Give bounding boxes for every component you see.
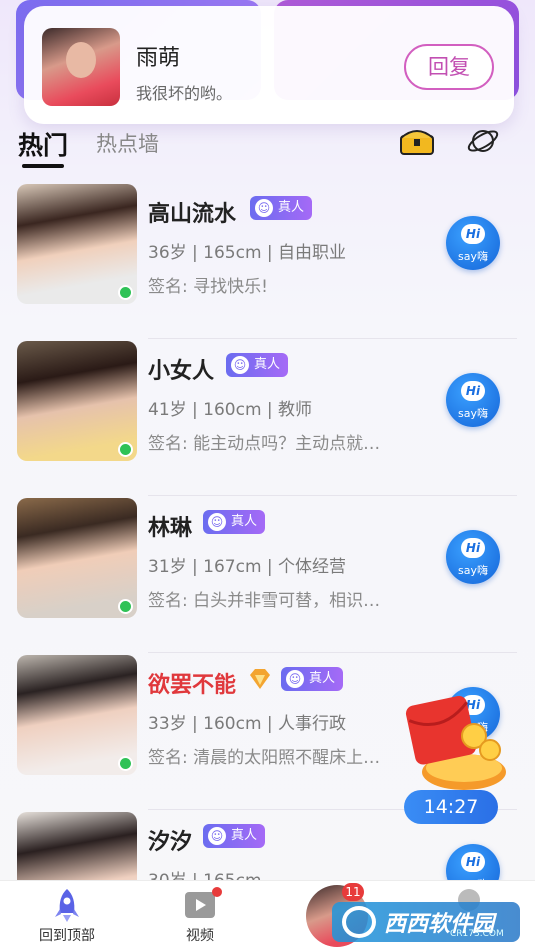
active-tab-indicator xyxy=(22,164,64,168)
list-item[interactable]: 高山流水 ☺ 真人 36岁 | 165cm | 自由职业 签名: 寻找快乐! Hi… xyxy=(0,182,535,339)
user-photo[interactable] xyxy=(17,498,137,618)
tab-hot[interactable]: 热门 xyxy=(18,126,68,162)
notification-avatar xyxy=(42,28,120,106)
verified-badge: ☺ 真人 xyxy=(226,353,289,377)
tab-bar: 热门 热点墙 xyxy=(18,124,518,172)
user-name: 汐汐 xyxy=(148,830,193,855)
notification-message: 我很坏的哟。 xyxy=(136,84,233,103)
watermark: 西西软件园 CR173.COM xyxy=(332,902,520,942)
user-photo[interactable] xyxy=(17,184,137,304)
verified-badge: ☺ 真人 xyxy=(281,667,344,691)
user-name: 欲罢不能 xyxy=(148,673,237,698)
watermark-logo-icon xyxy=(342,906,376,938)
online-indicator xyxy=(118,442,133,457)
user-info: 31岁 | 167cm | 个体经营 xyxy=(148,557,347,577)
video-notification-dot xyxy=(212,887,222,897)
smile-icon: ☺ xyxy=(255,199,273,217)
verified-badge: ☺ 真人 xyxy=(203,510,266,534)
smile-icon: ☺ xyxy=(208,827,226,845)
list-item[interactable]: 林琳 ☺ 真人 31岁 | 167cm | 个体经营 签名: 白头并非雪可替，相识… xyxy=(0,496,535,653)
tab-hot-wall[interactable]: 热点墙 xyxy=(96,128,159,158)
user-signature: 签名: 寻找快乐! xyxy=(148,277,268,297)
watermark-subtext: CR173.COM xyxy=(450,929,504,939)
message-notification[interactable]: 雨萌 我很坏的哟。 回复 xyxy=(24,6,514,124)
smile-icon: ☺ xyxy=(231,356,249,374)
user-name: 林琳 xyxy=(148,516,193,541)
user-info: 33岁 | 160cm | 人事行政 xyxy=(148,714,347,734)
nav-video[interactable]: 视频 xyxy=(160,881,240,951)
user-name: 高山流水 xyxy=(148,202,237,227)
reply-button[interactable]: 回复 xyxy=(404,44,494,90)
say-hi-button[interactable]: Hisay嗨 xyxy=(446,373,500,427)
user-signature: 签名: 清晨的太阳照不醒床上… xyxy=(148,748,381,768)
online-indicator xyxy=(118,285,133,300)
video-play-icon xyxy=(185,892,215,918)
list-item[interactable]: 小女人 ☺ 真人 41岁 | 160cm | 教师 签名: 能主动点吗？主动点就…… xyxy=(0,339,535,496)
message-count-badge: 11 xyxy=(342,883,364,901)
smile-icon: ☺ xyxy=(286,670,304,688)
user-name: 小女人 xyxy=(148,359,215,384)
user-photo[interactable] xyxy=(17,341,137,461)
notification-sender-name: 雨萌 xyxy=(136,46,181,71)
smile-icon: ☺ xyxy=(208,513,226,531)
verified-badge: ☺ 真人 xyxy=(250,196,313,220)
user-info: 41岁 | 160cm | 教师 xyxy=(148,400,313,420)
verified-badge: ☺ 真人 xyxy=(203,824,266,848)
treasure-chest-icon[interactable] xyxy=(398,124,436,156)
nav-back-to-top[interactable]: 回到顶部 xyxy=(24,881,110,951)
nav-video-label: 视频 xyxy=(186,928,214,944)
user-signature: 签名: 能主动点吗？主动点就… xyxy=(148,434,381,454)
user-info: 36岁 | 165cm | 自由职业 xyxy=(148,243,347,263)
online-indicator xyxy=(118,599,133,614)
rocket-icon xyxy=(55,889,79,922)
planet-icon[interactable] xyxy=(466,124,500,158)
red-packet-icon[interactable] xyxy=(402,690,512,796)
say-hi-button[interactable]: Hisay嗨 xyxy=(446,530,500,584)
nav-back-to-top-label: 回到顶部 xyxy=(39,928,95,944)
user-photo[interactable] xyxy=(17,655,137,775)
vip-diamond-icon xyxy=(250,669,270,689)
say-hi-button[interactable]: Hisay嗨 xyxy=(446,216,500,270)
user-signature: 签名: 白头并非雪可替，相识… xyxy=(148,591,381,611)
online-indicator xyxy=(118,756,133,771)
countdown-timer[interactable]: 14:27 xyxy=(404,790,498,824)
